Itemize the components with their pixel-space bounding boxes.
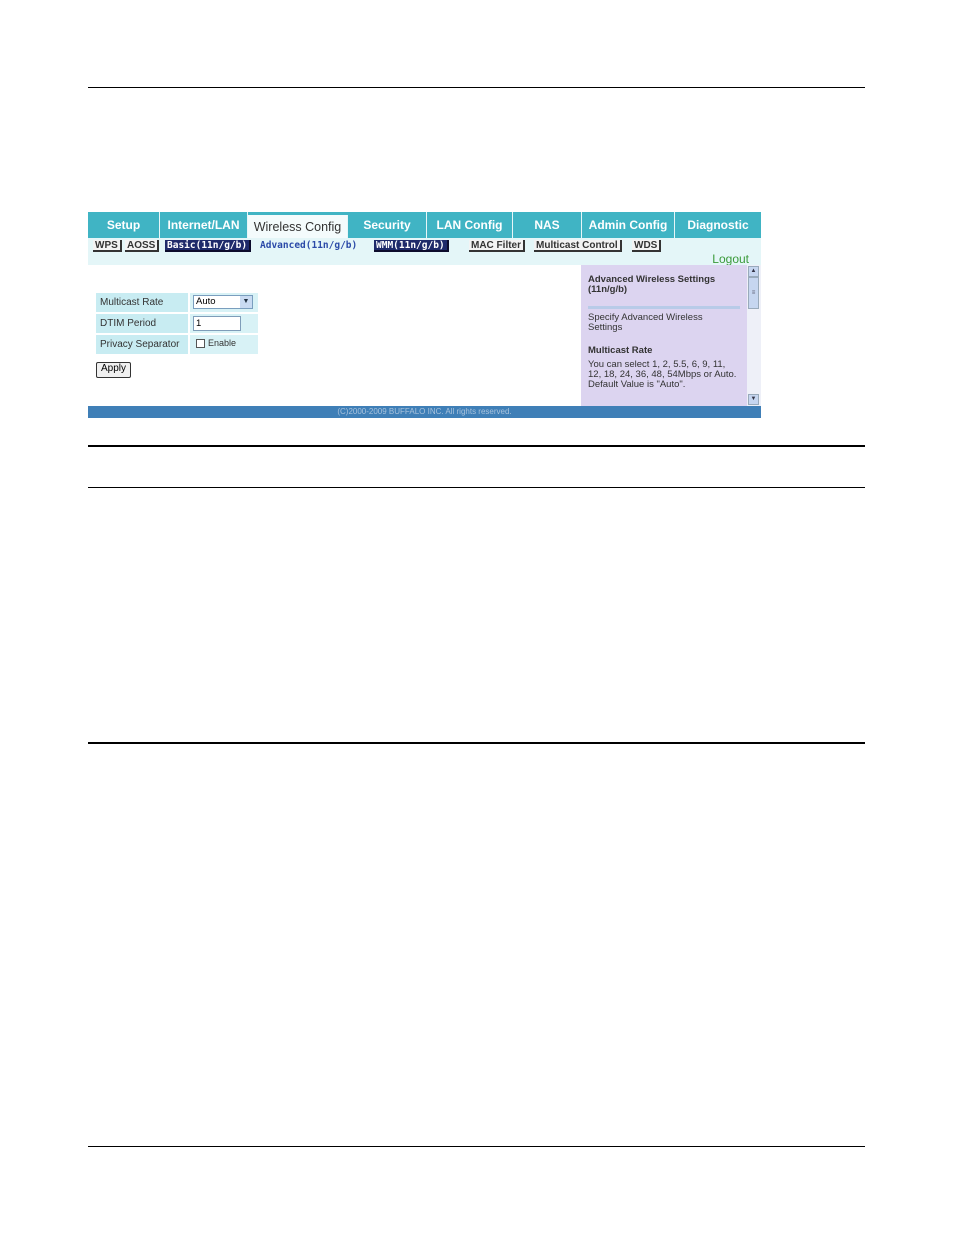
- tab-internet-lan[interactable]: Internet/LAN: [160, 212, 248, 238]
- dtim-period-label: DTIM Period: [96, 314, 188, 333]
- privacy-separator-label: Privacy Separator: [96, 335, 188, 354]
- tab-diagnostic[interactable]: Diagnostic: [675, 212, 761, 238]
- help-scrollbar[interactable]: ▲ ≡ ▼: [747, 265, 761, 406]
- dtim-period-input[interactable]: 1: [193, 316, 241, 331]
- apply-button[interactable]: Apply: [96, 362, 132, 378]
- dtim-period-row: DTIM Period 1: [96, 314, 258, 333]
- privacy-separator-cell: Enable: [190, 335, 258, 354]
- tab-setup[interactable]: Setup: [88, 212, 160, 238]
- subtab-aoss[interactable]: AOSS: [125, 240, 160, 252]
- chevron-down-icon[interactable]: ▼: [240, 296, 252, 308]
- tab-nas[interactable]: NAS: [513, 212, 582, 238]
- help-divider: [588, 306, 740, 309]
- multicast-rate-row: Multicast Rate Auto ▼: [96, 293, 258, 312]
- privacy-separator-enable-label: Enable: [208, 338, 237, 348]
- multicast-rate-select[interactable]: Auto ▼: [193, 295, 253, 309]
- privacy-separator-checkbox[interactable]: [196, 339, 205, 348]
- tab-admin-config[interactable]: Admin Config: [582, 212, 675, 238]
- multicast-rate-value: Auto: [196, 296, 216, 307]
- multicast-rate-cell: Auto ▼: [190, 293, 258, 312]
- subtab-advanced[interactable]: Advanced(11n/g/b): [258, 240, 359, 252]
- help-default-note: Default Value is "Auto".: [588, 379, 686, 390]
- tab-security[interactable]: Security: [348, 212, 427, 238]
- sub-tab-bar: WPS AOSS Basic(11n/g/b) Advanced(11n/g/b…: [88, 238, 761, 265]
- multicast-rate-label: Multicast Rate: [96, 293, 188, 312]
- help-title: Advanced Wireless Settings (11n/g/b): [588, 274, 716, 295]
- scroll-down-icon[interactable]: ▼: [748, 394, 759, 405]
- help-pane: Advanced Wireless Settings (11n/g/b) Spe…: [581, 265, 747, 406]
- scroll-up-icon[interactable]: ▲: [748, 266, 759, 277]
- help-description: Specify Advanced Wireless Settings: [588, 312, 703, 333]
- subtab-wps[interactable]: WPS: [93, 240, 122, 252]
- page-bottom-rule: [88, 1146, 865, 1147]
- help-section-text: You can select 1, 2, 5.5, 6, 9, 11, 12, …: [588, 359, 737, 380]
- subtab-multicast-control[interactable]: Multicast Control: [534, 240, 622, 252]
- dtim-period-cell: 1: [190, 314, 258, 333]
- page-top-rule: [88, 87, 865, 88]
- copyright-footer: (C)2000-2009 BUFFALO INC. All rights res…: [88, 406, 761, 418]
- section-rule: [88, 742, 865, 744]
- router-config-screenshot: Setup Internet/LAN Wireless Config Secur…: [88, 212, 761, 418]
- subtab-wds[interactable]: WDS: [632, 240, 662, 252]
- section-rule: [88, 445, 865, 447]
- help-section-body: You can select 1, 2, 5.5, 6, 9, 11, 12, …: [588, 360, 738, 390]
- subtab-wmm[interactable]: WMM(11n/g/b): [374, 240, 449, 252]
- logout-link[interactable]: Logout: [712, 252, 749, 266]
- tab-wireless-config[interactable]: Wireless Config: [248, 215, 348, 239]
- subtab-basic[interactable]: Basic(11n/g/b): [165, 240, 252, 252]
- main-tab-bar: Setup Internet/LAN Wireless Config Secur…: [88, 212, 761, 239]
- scroll-thumb[interactable]: ≡: [748, 277, 759, 309]
- subtab-mac-filter[interactable]: MAC Filter: [469, 240, 525, 252]
- help-section-heading: Multicast Rate: [588, 345, 653, 356]
- privacy-separator-row: Privacy Separator Enable: [96, 335, 258, 354]
- tab-lan-config[interactable]: LAN Config: [427, 212, 513, 238]
- section-rule: [88, 487, 865, 488]
